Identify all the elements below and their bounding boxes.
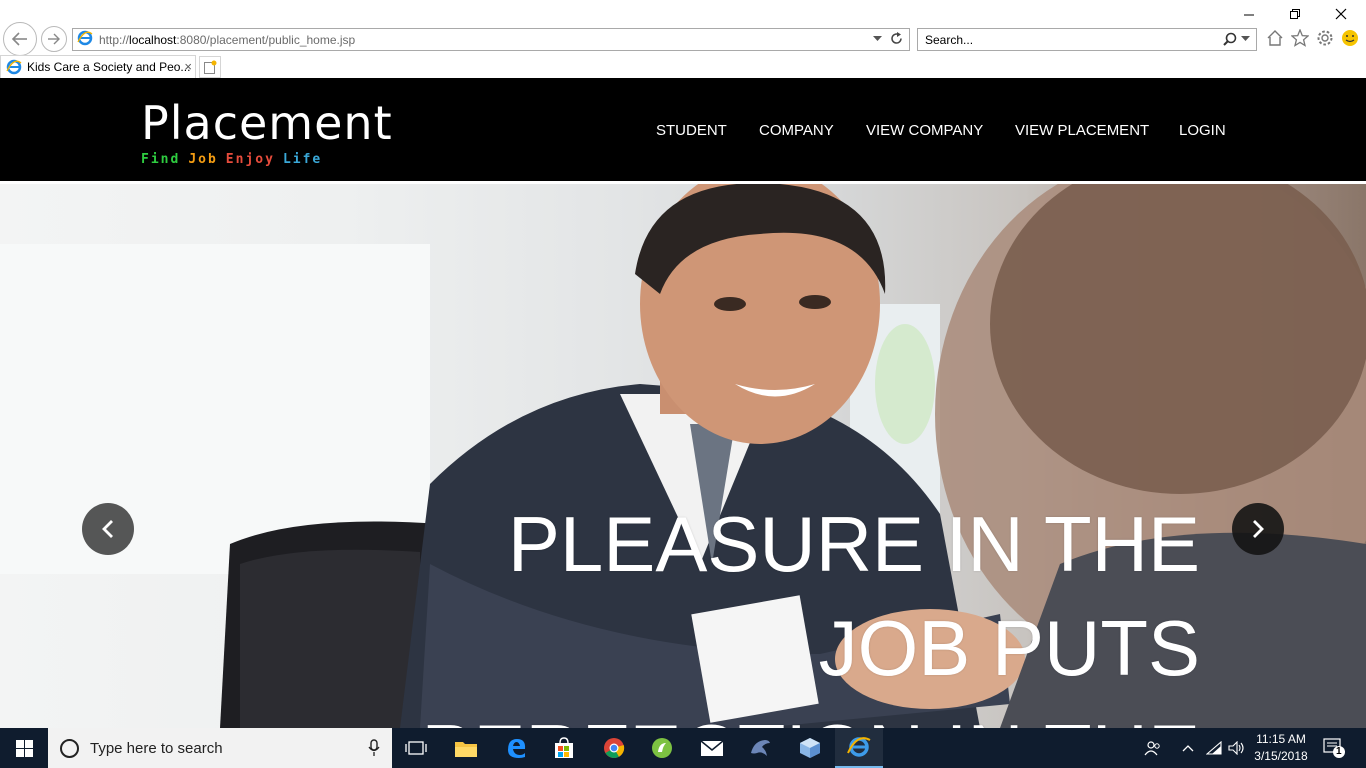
hero-carousel: PLEASURE IN THE JOB PUTS PERFECTION IN T… xyxy=(0,184,1366,728)
taskbar-search-placeholder: Type here to search xyxy=(90,739,223,757)
windows-logo-icon xyxy=(15,739,33,757)
tagline-word-job: Job xyxy=(188,152,218,167)
nav-view-company[interactable]: VIEW COMPANY xyxy=(866,122,983,139)
clock-date: 3/15/2018 xyxy=(1254,749,1308,763)
back-arrow-icon xyxy=(11,32,27,46)
action-center-button[interactable]: 1 xyxy=(1323,728,1347,768)
carousel-next-button[interactable] xyxy=(1232,503,1284,555)
start-button[interactable] xyxy=(0,728,48,768)
cortana-icon xyxy=(60,738,79,758)
carousel-prev-button[interactable] xyxy=(82,503,134,555)
new-tab-button[interactable] xyxy=(199,56,221,78)
cube-icon xyxy=(800,738,820,758)
back-button[interactable] xyxy=(3,22,37,56)
tagline-word-life: Life xyxy=(282,152,323,167)
mysql-workbench-button[interactable] xyxy=(736,728,784,768)
nav-company[interactable]: COMPANY xyxy=(759,122,834,139)
notification-count: 1 xyxy=(1336,746,1342,757)
refresh-icon[interactable] xyxy=(890,32,903,45)
chevron-left-icon xyxy=(102,520,113,538)
browser-tab[interactable]: Kids Care a Society and Peo... × xyxy=(0,55,196,78)
minimize-button[interactable] xyxy=(1226,4,1272,24)
file-explorer-button[interactable] xyxy=(442,728,490,768)
ie-page-icon xyxy=(77,30,93,49)
chrome-icon xyxy=(604,738,625,758)
nav-login[interactable]: LOGIN xyxy=(1179,122,1226,139)
task-view-icon xyxy=(405,741,427,755)
site-tagline: Find Job Enjoy Life xyxy=(141,152,322,167)
clock-time: 11:15 AM xyxy=(1256,732,1306,746)
virtualbox-button[interactable] xyxy=(786,728,834,768)
hero-caption-line: PLEASURE IN THE xyxy=(507,500,1200,588)
network-button[interactable] xyxy=(1206,728,1222,768)
edge-button[interactable] xyxy=(492,728,540,768)
volume-button[interactable] xyxy=(1228,728,1246,768)
address-bar[interactable]: http://localhost:8080/placement/public_h… xyxy=(72,28,910,51)
forward-button[interactable] xyxy=(41,26,67,52)
home-icon[interactable] xyxy=(1266,29,1284,47)
store-bag-icon xyxy=(555,737,573,758)
microphone-icon[interactable] xyxy=(368,739,380,757)
site-logo[interactable]: Placement xyxy=(141,97,393,149)
site-header: Placement Find Job Enjoy Life STUDENT CO… xyxy=(0,78,1366,181)
taskbar-search-input[interactable]: Type here to search xyxy=(48,728,392,768)
feedback-smiley-icon[interactable] xyxy=(1341,29,1359,47)
chevron-down-icon[interactable] xyxy=(1241,36,1250,42)
url-path: :8080/placement/public_home.jsp xyxy=(176,32,356,47)
ie-tab-icon xyxy=(6,59,22,75)
people-button[interactable] xyxy=(1144,728,1162,768)
tagline-word-enjoy: Enjoy xyxy=(225,152,275,167)
browser-chrome: http://localhost:8080/placement/public_h… xyxy=(0,0,1366,78)
tab-close-icon[interactable]: × xyxy=(184,59,192,74)
internet-explorer-button[interactable] xyxy=(835,728,883,768)
restore-button[interactable] xyxy=(1272,4,1318,24)
nav-view-placement[interactable]: VIEW PLACEMENT xyxy=(1015,122,1149,139)
notification-icon xyxy=(1323,738,1345,758)
windows-taskbar: Type here to search 11:15 AM 3/15/2018 1 xyxy=(0,728,1366,768)
search-icon[interactable] xyxy=(1223,32,1237,46)
store-button[interactable] xyxy=(540,728,588,768)
hero-caption: PLEASURE IN THE JOB PUTS PERFECTION IN T… xyxy=(400,492,1200,728)
app-green-button[interactable] xyxy=(638,728,686,768)
mail-icon xyxy=(700,740,724,756)
dolphin-icon xyxy=(751,740,770,756)
chrome-button[interactable] xyxy=(590,728,638,768)
chevron-up-icon xyxy=(1182,745,1194,752)
new-tab-icon xyxy=(204,60,217,74)
url-prefix: http:// xyxy=(99,32,130,47)
close-window-button[interactable] xyxy=(1318,4,1364,24)
search-placeholder: Search... xyxy=(925,33,974,47)
forward-arrow-icon xyxy=(48,33,60,45)
folder-icon xyxy=(455,742,477,757)
nav-student[interactable]: STUDENT xyxy=(656,122,727,139)
edge-icon xyxy=(508,739,526,758)
browser-search-input[interactable]: Search... xyxy=(917,28,1257,51)
chevron-down-icon[interactable] xyxy=(873,35,882,42)
system-clock[interactable]: 11:15 AM 3/15/2018 xyxy=(1250,731,1312,765)
hero-caption-line: PERFECTION IN THE xyxy=(400,700,1200,728)
tagline-word-find: Find xyxy=(141,152,181,167)
green-app-icon xyxy=(652,738,672,758)
chevron-right-icon xyxy=(1253,520,1264,538)
ie-icon xyxy=(847,737,871,757)
speaker-icon xyxy=(1228,741,1244,755)
favorites-star-icon[interactable] xyxy=(1291,29,1309,47)
show-hidden-icons-button[interactable] xyxy=(1182,728,1194,768)
task-view-button[interactable] xyxy=(392,728,440,768)
gear-icon[interactable] xyxy=(1316,29,1334,47)
mail-button[interactable] xyxy=(688,728,736,768)
hero-caption-line: JOB PUTS xyxy=(818,604,1200,692)
tab-title: Kids Care a Society and Peo... xyxy=(27,60,191,74)
url-host: localhost xyxy=(129,32,177,47)
wifi-icon xyxy=(1206,741,1222,755)
people-icon xyxy=(1144,741,1160,756)
